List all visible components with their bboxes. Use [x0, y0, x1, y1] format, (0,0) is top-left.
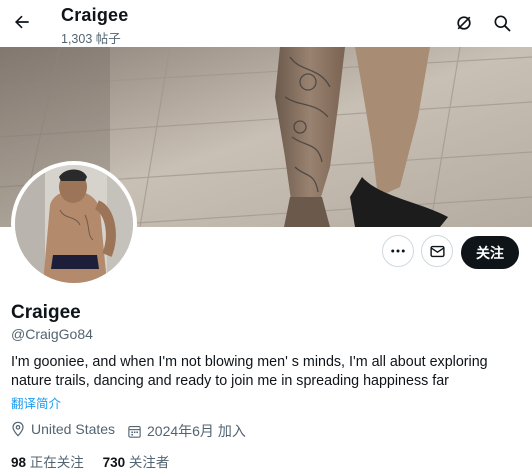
following-label: 正在关注 [29, 455, 84, 470]
joined-text: 2024年6月 加入 [147, 423, 246, 439]
following-link[interactable]: 98 正在关注 [11, 455, 84, 470]
followers-count: 730 [102, 455, 126, 470]
follow-stats: 98 正在关注 730 关注者 [11, 451, 169, 471]
slashed-circle-icon [457, 16, 471, 30]
post-count: 1,303 帖子 [61, 32, 121, 46]
avatar-image [15, 165, 133, 283]
more-button[interactable] [382, 235, 414, 267]
profile-handle: @CraigGo84 [11, 326, 93, 342]
page-title: Craigee [61, 5, 129, 25]
search-button[interactable] [489, 10, 515, 36]
location-text: United States [31, 421, 116, 437]
followers-link[interactable]: 730 关注者 [103, 455, 170, 470]
envelope-icon [429, 245, 445, 257]
follow-button[interactable]: 关注 [461, 236, 519, 269]
search-icon [494, 15, 511, 32]
profile-bio: I'm gooniee, and when I'm not blowing me… [11, 354, 488, 389]
message-button[interactable] [421, 235, 453, 267]
profile-name: Craigee [11, 302, 81, 323]
back-button[interactable] [8, 8, 36, 36]
avatar[interactable] [11, 161, 137, 287]
grok-button[interactable] [451, 10, 477, 36]
following-count: 98 [11, 455, 27, 470]
calendar-icon [128, 425, 141, 438]
arrow-left-icon [15, 15, 29, 29]
top-bar: Craigee 1,303 帖子 [0, 0, 532, 47]
translate-bio-link[interactable]: 翻译简介 [11, 393, 61, 412]
location-item: United States [10, 421, 115, 437]
more-dots-icon [391, 249, 405, 253]
joined-item: 2024年6月 加入 [127, 421, 246, 441]
location-pin-icon [12, 421, 24, 437]
followers-label: 关注者 [128, 455, 170, 470]
